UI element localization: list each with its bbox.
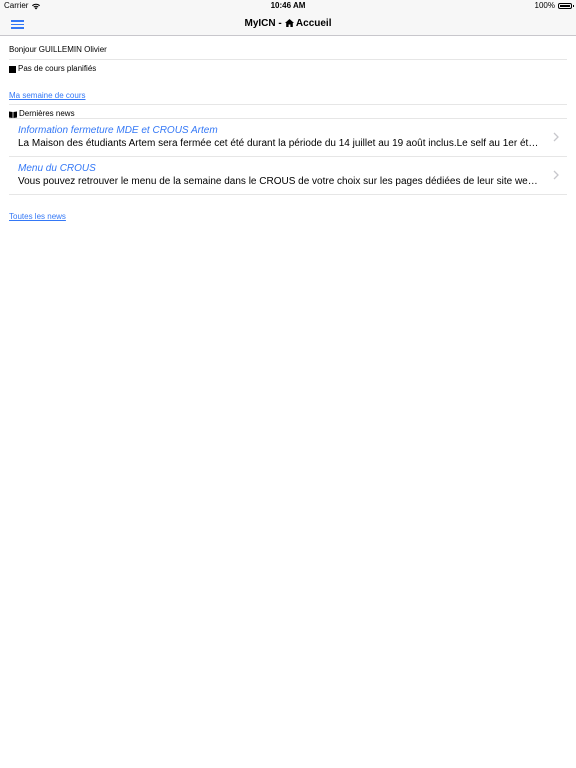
news-item-summary: Vous pouvez retrouver le menu de la sema… [18, 176, 543, 187]
divider [9, 104, 567, 105]
courses-status: Pas de cours planifiés [9, 64, 567, 74]
chevron-right-icon [553, 132, 559, 142]
news-item[interactable]: Information fermeture MDE et CROUS Artem… [9, 119, 567, 157]
home-icon [284, 19, 294, 27]
week-courses-row: Ma semaine de cours [9, 91, 567, 101]
week-courses-link[interactable]: Ma semaine de cours [9, 91, 85, 100]
all-news-row: Toutes les news [9, 212, 567, 222]
news-item-summary: La Maison des étudiants Artem sera fermé… [18, 138, 543, 149]
book-icon [9, 111, 17, 118]
page-name: Accueil [295, 18, 332, 29]
battery-percent: 100% [534, 1, 555, 10]
page-title: MyICN - Accueil [0, 12, 576, 35]
news-item-title: Menu du CROUS [18, 163, 96, 174]
courses-status-text: Pas de cours planifiés [18, 64, 97, 73]
news-list: Information fermeture MDE et CROUS Artem… [9, 119, 567, 195]
calendar-square-icon [9, 65, 16, 73]
battery-icon [558, 3, 574, 9]
news-item[interactable]: Menu du CROUS Vous pouvez retrouver le m… [9, 157, 567, 195]
status-bar: Carrier 10:46 AM 100% [0, 0, 576, 12]
app-name: MyICN - [244, 18, 282, 29]
divider [9, 59, 567, 60]
navigation-bar: MyICN - Accueil [0, 12, 576, 36]
battery-info: 100% [534, 0, 574, 12]
chevron-right-icon [553, 170, 559, 180]
status-time: 10:46 AM [270, 1, 306, 10]
all-news-link[interactable]: Toutes les news [9, 212, 66, 221]
greeting-text: Bonjour GUILLEMIN Olivier [9, 45, 107, 54]
news-item-title: Information fermeture MDE et CROUS Artem [18, 125, 218, 136]
